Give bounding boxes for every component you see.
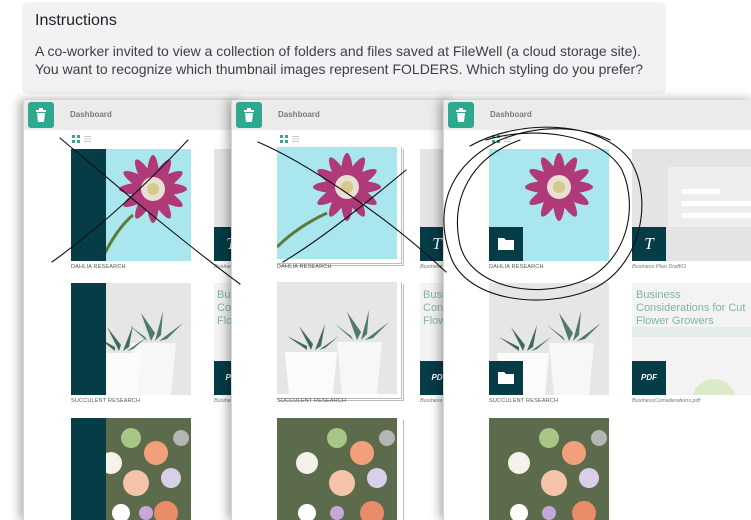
file-label-considerations: BusinessConsiderations.pdf [632, 398, 701, 404]
app-logo[interactable] [448, 102, 474, 128]
instructions-line-1: A co-worker invited to view a collection… [35, 43, 641, 59]
bouquet-photo [489, 418, 609, 520]
doc-preview-band [632, 327, 751, 337]
bouquet-photo [277, 418, 397, 520]
folder-label-succulent: SUCCULENT RESEARCH [71, 398, 141, 404]
option-teal-band[interactable]: Dashboard DAHLIA RESEARCH T Business [23, 100, 241, 520]
folder-thumbnail-succulent[interactable] [489, 283, 609, 395]
folder-thumbnail-dahlia[interactable] [71, 149, 191, 261]
file-thumbnail-considerations[interactable]: Business Considerations for Cut Flower G… [632, 283, 751, 395]
doc-preview-title: Business Considerations for Cut Flower G… [636, 289, 746, 327]
folder-label-dahlia: DAHLIA RESEARCH [277, 264, 332, 270]
doc-preview-graphic [692, 379, 736, 395]
doc-preview-line [682, 189, 720, 194]
folder-icon [498, 372, 514, 384]
top-bar: Dashboard [232, 100, 452, 130]
doc-preview-line [682, 213, 751, 218]
folder-label-dahlia: DAHLIA RESEARCH [489, 264, 544, 270]
dahlia-photo [277, 147, 397, 259]
text-doc-badge: T [632, 227, 666, 261]
dashboard-link[interactable]: Dashboard [70, 110, 112, 119]
folder-thumbnail-dahlia[interactable] [277, 147, 397, 259]
file-label-business: Business [420, 264, 443, 270]
doc-preview-line [682, 201, 751, 206]
folder-teal-band [71, 283, 106, 395]
top-bar: Dashboard [24, 100, 241, 130]
trash-can-icon [456, 108, 466, 122]
grid-view-icon[interactable] [72, 135, 80, 143]
folder-icon [498, 238, 514, 250]
dashboard-link[interactable]: Dashboard [278, 110, 320, 119]
list-view-icon[interactable] [84, 136, 91, 142]
folder-thumbnail-succulent[interactable] [277, 282, 397, 394]
app-logo[interactable] [236, 102, 262, 128]
folder-badge [489, 361, 523, 395]
dashboard-link[interactable]: Dashboard [490, 110, 532, 119]
app-logo[interactable] [28, 102, 54, 128]
folder-label-succulent: SUCCULENT RESEARCH [277, 398, 347, 404]
instructions-heading: Instructions [35, 12, 117, 29]
grid-view-icon[interactable] [492, 135, 500, 143]
file-thumbnail-business-plan[interactable]: T [632, 149, 751, 261]
folder-thumbnail-bouquet[interactable] [489, 418, 609, 520]
trash-can-icon [36, 108, 46, 122]
file-label-business: Business [420, 398, 443, 404]
file-label-business-plan: Business Plan Draft01 [632, 264, 687, 270]
folder-thumbnail-succulent[interactable] [71, 283, 191, 395]
folder-label-succulent: SUCCULENT RESEARCH [489, 398, 559, 404]
pdf-badge: PDF [632, 361, 666, 395]
instructions-box: Instructions A co-worker invited to view… [22, 2, 666, 94]
folder-teal-band [71, 149, 106, 261]
doc-preview-page [668, 167, 751, 227]
trash-can-icon [244, 108, 254, 122]
folder-teal-band [71, 418, 106, 520]
list-view-icon[interactable] [292, 136, 299, 142]
folder-label-dahlia: DAHLIA RESEARCH [71, 264, 126, 270]
folder-thumbnail-bouquet[interactable] [71, 418, 191, 520]
folder-thumbnail-dahlia[interactable] [489, 149, 609, 261]
top-bar: Dashboard [444, 100, 751, 130]
grid-view-icon[interactable] [280, 135, 288, 143]
instructions-text: A co-worker invited to view a collection… [35, 42, 660, 78]
folder-thumbnail-bouquet[interactable] [277, 418, 397, 520]
succulent-photo [277, 282, 397, 394]
folder-badge [489, 227, 523, 261]
instructions-line-2: You want to recognize which thumbnail im… [35, 61, 644, 77]
option-folder-badge[interactable]: Dashboard DAHLIA RESEARCH T Business Pla… [443, 100, 751, 520]
option-stacked-edges[interactable]: Dashboard DAHLIA RESEARCH T Business SUC… [231, 100, 452, 520]
list-view-icon[interactable] [504, 136, 511, 142]
